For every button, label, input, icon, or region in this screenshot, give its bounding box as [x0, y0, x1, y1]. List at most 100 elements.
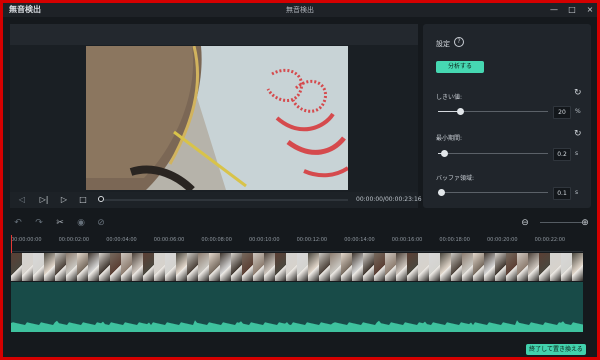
timeline-ruler: 00:00:00:00 00:00:02:00 00:00:04:00 00:00:0… [11, 235, 583, 252]
threshold-slider-thumb[interactable] [457, 108, 464, 115]
thumbnail-frame [275, 253, 286, 281]
analyze-button[interactable]: 分析する [436, 61, 484, 73]
thumbnail-frame [572, 253, 583, 281]
preview-header [10, 24, 418, 45]
timeline-toolbar: ↶ ↷ ✂ ◉ ⊘ ⊖ ⊕ [3, 214, 597, 232]
thumbnail-frame [396, 253, 407, 281]
minimize-icon[interactable]: — [545, 3, 563, 17]
buffer-slider[interactable] [438, 189, 548, 196]
ruler-tick: 00:00:14:00 [344, 237, 375, 243]
title-bar: 無音検出 無音検出 — □ × [3, 3, 597, 17]
thumbnail-frame [286, 253, 297, 281]
buffer-value[interactable]: 0.1 [553, 187, 571, 200]
ruler-tick: 00:00:00:00 [11, 237, 42, 243]
video-frame-image [86, 46, 348, 190]
min-interval-reset-icon[interactable]: ↻ [574, 129, 582, 139]
thumbnail-frame [462, 253, 473, 281]
undo-icon[interactable]: ↶ [11, 218, 25, 228]
close-icon[interactable]: × [581, 3, 597, 17]
timecode: 00:00:00/00:00:23:16 [356, 196, 422, 203]
ruler-tick: 00:00:02:00 [58, 237, 90, 243]
settings-title: 設定 [436, 40, 450, 48]
thumbnail-frame [451, 253, 462, 281]
zoom-in-icon[interactable]: ⊕ [578, 218, 592, 228]
zoom-slider[interactable] [540, 222, 582, 223]
thumbnail-frame [429, 253, 440, 281]
thumbnail-frame [506, 253, 517, 281]
thumbnail-frame [539, 253, 550, 281]
step-forward-icon[interactable]: ▷| [38, 192, 50, 208]
thumbnail-frame [165, 253, 176, 281]
threshold-value[interactable]: 20 [553, 106, 571, 119]
finish-replace-button[interactable]: 終了して置き換える [526, 344, 586, 355]
thumbnail-frame [22, 253, 33, 281]
thumbnail-frame [176, 253, 187, 281]
thumbnail-frame [44, 253, 55, 281]
thumbnail-frame [561, 253, 572, 281]
stop-icon[interactable]: □ [77, 192, 89, 208]
ruler-tick: 00:00:12:00 [296, 237, 328, 243]
maximize-icon[interactable]: □ [563, 3, 581, 17]
buffer-slider-thumb[interactable] [438, 189, 446, 196]
thumbnail-frame [242, 253, 253, 281]
cut-icon[interactable]: ✂ [53, 218, 67, 228]
min-interval-label: 最小期間: [436, 135, 463, 142]
audio-track [11, 282, 583, 332]
thumbnail-frame [495, 253, 506, 281]
thumbnail-frame [484, 253, 495, 281]
thumbnail-frame [473, 253, 484, 281]
thumbnail-frame [374, 253, 385, 281]
thumbnail-frame [88, 253, 99, 281]
thumbnail-frame [352, 253, 363, 281]
thumbnail-frame [418, 253, 429, 281]
window-title: 無音検出 [286, 6, 314, 14]
min-interval-value[interactable]: 0.2 [553, 148, 571, 161]
thumbnail-frame [198, 253, 209, 281]
ruler-tick: 00:00:04:00 [106, 237, 137, 243]
thumbnail-frame [154, 253, 165, 281]
thumbnail-frame [209, 253, 220, 281]
min-interval-unit: s [575, 150, 579, 157]
playback-controls: ◁ ▷| ▷ □ 00:00:00/00:00:23:16 [10, 192, 422, 208]
ruler-tick: 00:00:10:00 [249, 237, 280, 243]
skip-back-icon[interactable]: ◁ [16, 192, 28, 208]
playhead[interactable] [11, 235, 12, 254]
thumbnail-frame [341, 253, 352, 281]
thumbnail-frame [517, 253, 528, 281]
min-interval-slider-thumb[interactable] [440, 150, 448, 157]
ruler-tick: 00:00:18:00 [439, 237, 470, 243]
settings-panel: 設定 ? 分析する しきい値: ↻ 20 % 最小期間: ↻ 0.2 s バッフ… [423, 24, 591, 208]
question-circle-icon[interactable]: ? [454, 37, 464, 47]
audio-waveform [11, 320, 583, 332]
min-interval-slider[interactable] [438, 150, 548, 157]
thumbnail-frame [99, 253, 110, 281]
thumbnail-frame [264, 253, 275, 281]
ruler-tick: 00:00:20:00 [487, 237, 518, 243]
progress-knob[interactable] [98, 196, 104, 202]
disable-icon[interactable]: ⊘ [94, 218, 108, 228]
thumbnail-frame [528, 253, 539, 281]
thumbnail-frame [231, 253, 242, 281]
threshold-slider[interactable] [438, 108, 548, 115]
silence-detection-window: 無音検出 無音検出 — □ × ◁ ▷| ▷ □ 00:00:00/00:00:… [3, 3, 597, 357]
video-preview [86, 46, 348, 190]
thumbnail-frame [363, 253, 374, 281]
buffer-unit: s [575, 189, 579, 196]
zoom-out-icon[interactable]: ⊖ [518, 218, 532, 228]
play-icon[interactable]: ▷ [58, 192, 70, 208]
playback-progress-bar[interactable] [98, 199, 348, 201]
thumbnail-frame [297, 253, 308, 281]
audio-wave-shape [11, 320, 583, 332]
thumbnail-frame [407, 253, 418, 281]
preview-panel: ◁ ▷| ▷ □ 00:00:00/00:00:23:16 [10, 24, 422, 208]
thumbnail-frame [143, 253, 154, 281]
threshold-label: しきい値: [436, 94, 463, 101]
buffer-label: バッファ領域: [436, 175, 475, 182]
thumbnail-frame [33, 253, 44, 281]
thumbnail-frame [308, 253, 319, 281]
thumbnail-frame [385, 253, 396, 281]
threshold-reset-icon[interactable]: ↻ [574, 88, 582, 98]
hide-icon[interactable]: ◉ [74, 218, 88, 228]
thumbnail-frame [550, 253, 561, 281]
redo-icon[interactable]: ↷ [32, 218, 46, 228]
